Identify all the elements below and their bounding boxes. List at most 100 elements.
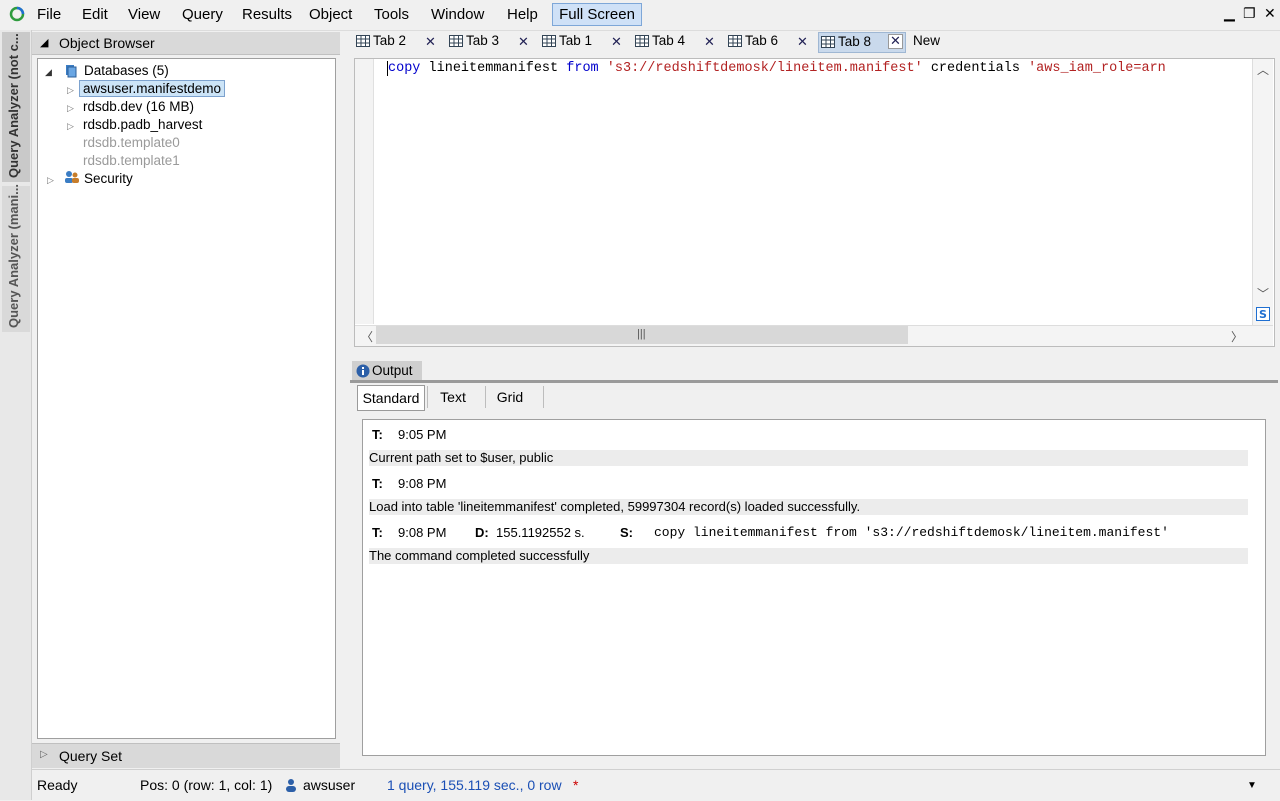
- menu-query[interactable]: Query: [182, 6, 223, 23]
- menu-bar: File Edit View Query Results Object Tool…: [0, 0, 1280, 31]
- expand-triangle-icon[interactable]: ▷: [67, 103, 74, 114]
- output-row-message: Load into table 'lineitemmanifest' compl…: [369, 499, 1248, 515]
- table-icon: [356, 35, 370, 47]
- output-panel[interactable]: [362, 419, 1266, 756]
- scroll-up-icon[interactable]: ︿: [1257, 61, 1269, 78]
- full-screen-button[interactable]: Full Screen: [552, 3, 642, 26]
- tab-6[interactable]: Tab 6: [728, 33, 794, 51]
- output-tab-label: Output: [372, 363, 413, 378]
- sql-word: credentials: [930, 61, 1020, 76]
- tab-4[interactable]: Tab 4: [635, 33, 701, 51]
- minimize-icon[interactable]: ▁: [1224, 5, 1235, 22]
- status-position: Pos: 0 (row: 1, col: 1): [140, 777, 273, 793]
- sql-editor[interactable]: [354, 58, 1275, 347]
- menu-help[interactable]: Help: [507, 6, 538, 23]
- object-browser-header[interactable]: ◢ Object Browser: [32, 32, 340, 55]
- close-tab-icon[interactable]: ✕: [704, 34, 715, 50]
- subtab-separator: [543, 386, 544, 408]
- side-tab-strip: Query Analyzer (not c... Query Analyzer …: [0, 30, 32, 800]
- duration-value: 155.1192552 s.: [496, 525, 585, 540]
- status-query-summary: 1 query, 155.119 sec., 0 row: [387, 777, 562, 793]
- sql-format-icon[interactable]: S: [1256, 307, 1270, 321]
- tree-db-rdsdb-template0[interactable]: rdsdb.template0: [83, 135, 180, 150]
- expand-triangle-icon[interactable]: ▷: [67, 121, 74, 132]
- expanded-triangle-icon[interactable]: ◢: [45, 67, 52, 78]
- subtab-separator: [485, 386, 486, 408]
- query-set-header[interactable]: ▷ Query Set: [32, 743, 340, 768]
- menu-results[interactable]: Results: [242, 6, 292, 23]
- menu-tools[interactable]: Tools: [374, 6, 409, 23]
- close-tab-icon[interactable]: ✕: [797, 34, 808, 50]
- expand-triangle-icon[interactable]: ▷: [67, 85, 74, 96]
- menu-window[interactable]: Window: [431, 6, 484, 23]
- tree-databases-node[interactable]: Databases (5): [84, 63, 169, 78]
- output-tab[interactable]: Output: [352, 361, 422, 381]
- tree-db-rdsdb-dev[interactable]: rdsdb.dev (16 MB): [83, 99, 194, 114]
- close-window-icon[interactable]: ✕: [1264, 5, 1276, 22]
- close-tab-icon[interactable]: ✕: [611, 34, 622, 50]
- table-icon: [542, 35, 556, 47]
- time-label: T:: [372, 525, 383, 540]
- sql-line-1[interactable]: copy lineitemmanifest from 's3://redshif…: [387, 61, 1166, 76]
- tree-db-rdsdb-padb-harvest[interactable]: rdsdb.padb_harvest: [83, 117, 202, 132]
- side-tab-query-analyzer-2[interactable]: Query Analyzer (mani...: [2, 183, 30, 332]
- subtab-separator: [427, 386, 428, 408]
- tree-security-node[interactable]: Security: [84, 171, 133, 186]
- databases-icon: [66, 65, 77, 78]
- scroll-left-icon[interactable]: 〈: [361, 328, 373, 345]
- horizontal-scroll-thumb[interactable]: |||: [376, 326, 908, 344]
- subtab-text[interactable]: Text: [430, 385, 476, 409]
- table-icon: [635, 35, 649, 47]
- output-row-time: T: 9:08 PM: [369, 476, 1248, 492]
- tab-label: Tab 2: [373, 33, 407, 48]
- sql-keyword: from: [566, 61, 599, 76]
- menu-view[interactable]: View: [128, 6, 160, 23]
- output-divider: [350, 380, 1278, 383]
- scroll-right-icon[interactable]: 〉: [1231, 328, 1243, 345]
- statement-value: copy lineitemmanifest from 's3://redshif…: [654, 525, 1169, 540]
- time-value: 9:05 PM: [398, 427, 447, 442]
- side-tab-query-analyzer-1[interactable]: Query Analyzer (not c...: [2, 32, 30, 182]
- tab-label: Tab 6: [745, 33, 779, 48]
- tab-label: Tab 4: [652, 33, 686, 48]
- time-label: T:: [372, 476, 383, 491]
- new-tab-button[interactable]: New: [913, 33, 940, 51]
- editor-vertical-scrollbar[interactable]: ︿ ﹀: [1252, 59, 1273, 325]
- table-icon: [449, 35, 463, 47]
- menu-file[interactable]: File: [37, 6, 61, 23]
- collapse-triangle-icon[interactable]: ◢: [40, 36, 48, 49]
- subtab-standard[interactable]: Standard: [357, 385, 425, 411]
- restore-icon[interactable]: ❐: [1243, 5, 1256, 22]
- tab-1[interactable]: Tab 1: [542, 33, 608, 51]
- sql-keyword: copy: [387, 61, 421, 76]
- tab-label: Tab 1: [559, 33, 593, 48]
- scroll-down-icon[interactable]: ﹀: [1257, 285, 1269, 302]
- expand-triangle-icon[interactable]: ▷: [40, 749, 48, 760]
- tree-db-rdsdb-template1[interactable]: rdsdb.template1: [83, 153, 180, 168]
- output-row-message: The command completed successfully: [369, 548, 1248, 564]
- side-tab-label: Query Analyzer (mani...: [6, 183, 21, 328]
- subtab-grid[interactable]: Grid: [488, 385, 532, 409]
- time-label: T:: [372, 427, 383, 442]
- db-label: awsuser.manifestdemo: [79, 80, 226, 97]
- tab-3[interactable]: Tab 3: [449, 33, 515, 51]
- menu-edit[interactable]: Edit: [82, 6, 108, 23]
- status-bar: Ready Pos: 0 (row: 1, col: 1) awsuser 1 …: [32, 769, 1280, 801]
- close-tab-icon[interactable]: ✕: [888, 34, 903, 49]
- status-ready: Ready: [37, 777, 78, 793]
- sql-string: 'aws_iam_role=arn: [1028, 61, 1166, 76]
- menu-object[interactable]: Object: [309, 6, 352, 23]
- sql-string: 's3://redshiftdemosk/lineitem.manifest': [606, 61, 923, 76]
- object-browser-title: Object Browser: [59, 35, 155, 51]
- close-tab-icon[interactable]: ✕: [425, 34, 436, 50]
- sql-table: lineitemmanifest: [428, 61, 559, 76]
- app-logo-icon: [9, 6, 25, 22]
- close-tab-icon[interactable]: ✕: [518, 34, 529, 50]
- tab-2[interactable]: Tab 2: [356, 33, 422, 51]
- security-icon: [65, 171, 79, 183]
- expand-triangle-icon[interactable]: ▷: [47, 175, 54, 186]
- svg-text:S: S: [1259, 308, 1267, 321]
- status-dropdown-icon[interactable]: ▼: [1247, 780, 1257, 791]
- tree-db-awsuser-manifestdemo[interactable]: awsuser.manifestdemo: [79, 80, 226, 97]
- status-modified-marker: *: [573, 777, 579, 793]
